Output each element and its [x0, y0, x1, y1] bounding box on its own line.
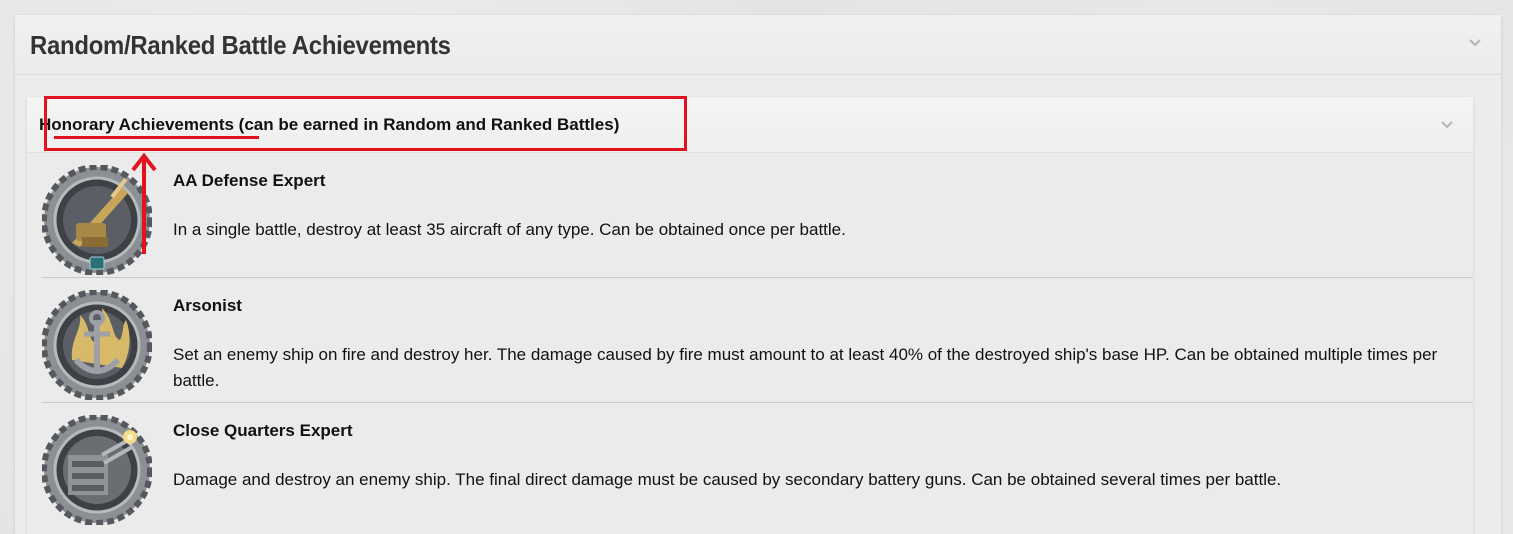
- chevron-down-icon[interactable]: [1469, 39, 1481, 49]
- honorary-subsection: Honorary Achievements (can be earned in …: [27, 97, 1473, 534]
- achievement-description: Set an enemy ship on fire and destroy he…: [173, 345, 1438, 390]
- annotation-underline: [54, 136, 259, 139]
- list-item: AA Defense Expert In a single battle, de…: [41, 153, 1473, 278]
- section-title: Random/Ranked Battle Achievements: [30, 30, 451, 60]
- chevron-down-icon[interactable]: [1441, 121, 1453, 131]
- list-item: Close Quarters Expert Damage and destroy…: [41, 403, 1473, 528]
- subsection-header[interactable]: Honorary Achievements (can be earned in …: [27, 97, 1473, 153]
- secondary-guns-medal-icon: [41, 414, 153, 526]
- anchor-fire-medal-icon: [41, 289, 153, 401]
- subsection-title-rest: (can be earned in Random and Ranked Batt…: [233, 115, 620, 134]
- up-arrow-icon: [131, 152, 157, 261]
- achievement-description: Damage and destroy an enemy ship. The fi…: [173, 470, 1282, 489]
- page: Random/Ranked Battle Achievements Honora…: [0, 0, 1513, 534]
- achievement-title: AA Defense Expert: [173, 171, 326, 190]
- subsection-title-highlight: Honorary Achievements: [39, 115, 234, 134]
- section-header[interactable]: Random/Ranked Battle Achievements: [15, 15, 1501, 75]
- achievement-title: Arsonist: [173, 296, 242, 315]
- achievement-list: AA Defense Expert In a single battle, de…: [41, 153, 1473, 528]
- list-item: Arsonist Set an enemy ship on fire and d…: [41, 278, 1473, 403]
- achievements-section: Random/Ranked Battle Achievements Honora…: [15, 15, 1501, 534]
- achievement-description: In a single battle, destroy at least 35 …: [173, 220, 846, 239]
- achievement-title: Close Quarters Expert: [173, 421, 353, 440]
- subsection-title: Honorary Achievements (can be earned in …: [39, 115, 619, 135]
